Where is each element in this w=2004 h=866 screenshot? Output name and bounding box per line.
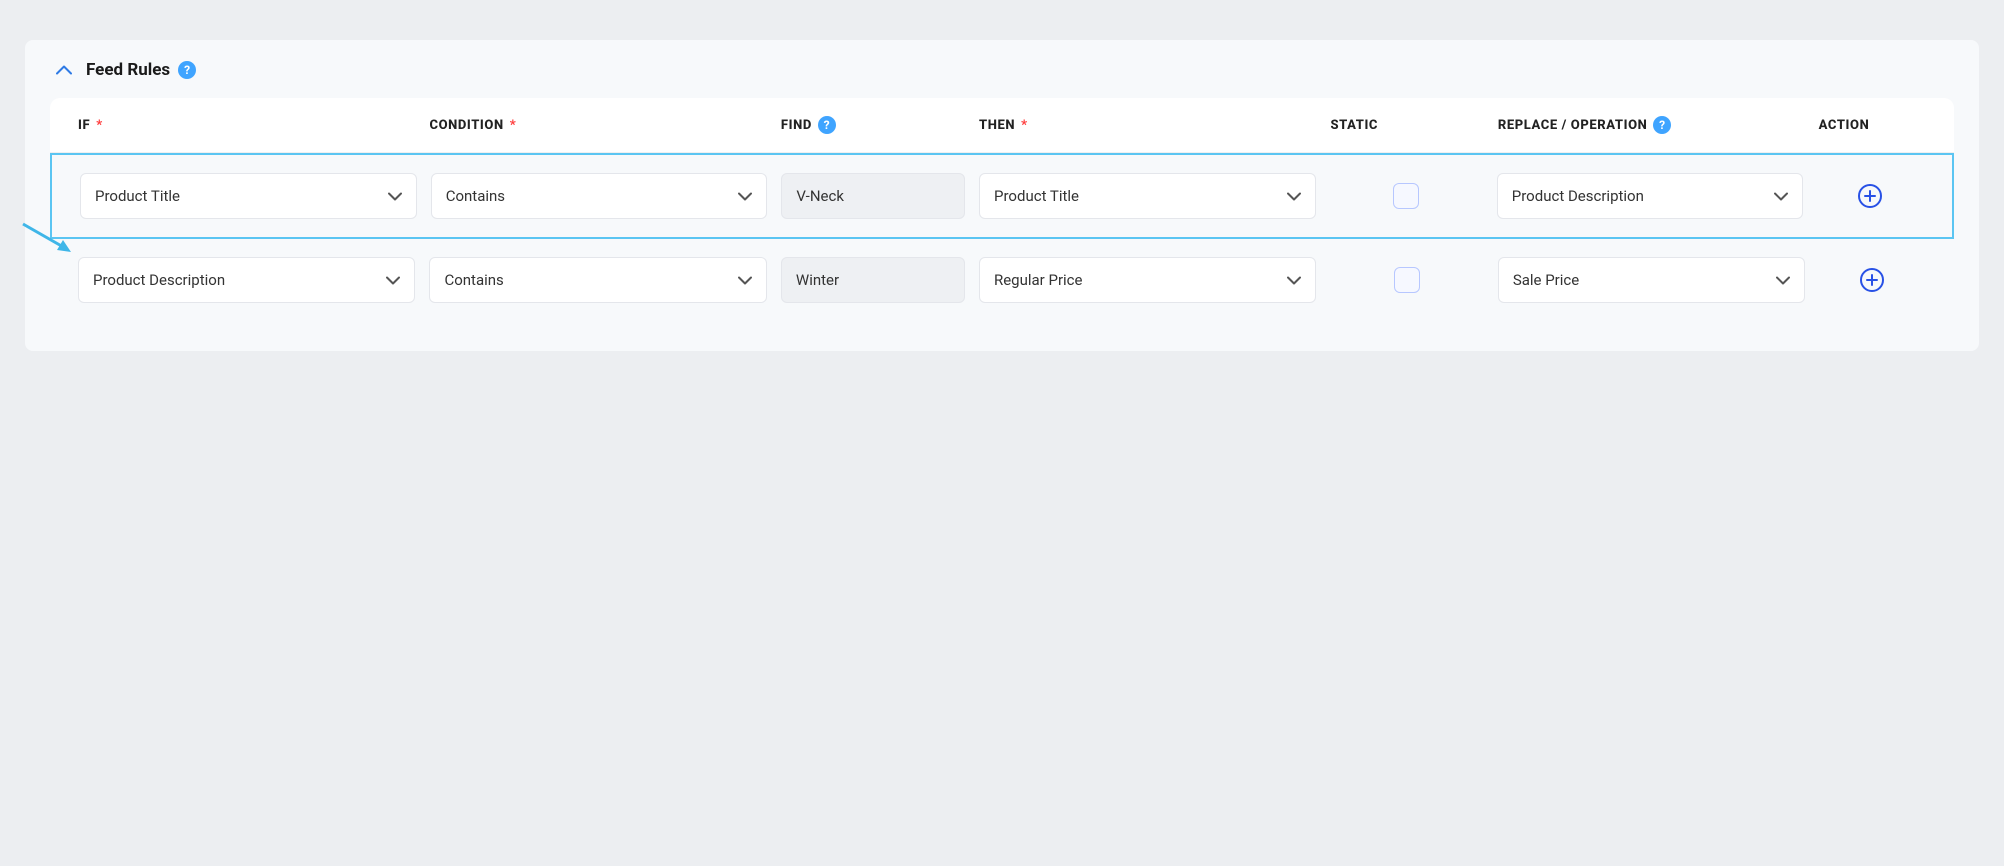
chevron-down-icon [1287, 192, 1301, 201]
panel-title-text: Feed Rules [86, 60, 170, 80]
required-marker: * [1021, 118, 1028, 133]
chevron-down-icon [738, 192, 752, 201]
find-input[interactable] [781, 257, 965, 303]
rules-body: Product Title Contains Product Title [50, 153, 1954, 321]
panel-title: Feed Rules ? [86, 60, 196, 80]
col-replace: REPLACE / OPERATION ? [1498, 116, 1805, 134]
col-if-label: IF [78, 118, 90, 133]
if-select-value: Product Description [93, 271, 225, 289]
chevron-down-icon [1287, 276, 1301, 285]
chevron-down-icon [1776, 276, 1790, 285]
action-wrap [1819, 268, 1926, 292]
required-marker: * [510, 118, 517, 133]
replace-select-value: Sale Price [1513, 271, 1579, 289]
col-then: THEN * [979, 118, 1316, 133]
condition-select[interactable]: Contains [429, 257, 766, 303]
rule-row: Product Title Contains Product Title [50, 153, 1954, 239]
add-rule-button[interactable] [1860, 268, 1884, 292]
condition-select[interactable]: Contains [431, 173, 768, 219]
add-rule-button[interactable] [1858, 184, 1882, 208]
col-condition: CONDITION * [429, 118, 766, 133]
help-icon[interactable]: ? [818, 116, 836, 134]
static-checkbox[interactable] [1394, 267, 1420, 293]
find-input[interactable] [781, 173, 965, 219]
replace-select[interactable]: Sale Price [1498, 257, 1805, 303]
col-then-label: THEN [979, 118, 1015, 133]
panel-header: Feed Rules ? [50, 60, 1954, 80]
col-replace-label: REPLACE / OPERATION [1498, 118, 1648, 133]
col-static-label: STATIC [1330, 118, 1378, 133]
col-find-label: FIND [781, 118, 812, 133]
col-find: FIND ? [781, 116, 965, 134]
static-checkbox[interactable] [1393, 183, 1419, 209]
col-static: STATIC [1330, 118, 1483, 133]
rule-row: Product Description Contains Regular Pri… [50, 239, 1954, 321]
if-select[interactable]: Product Description [78, 257, 415, 303]
chevron-down-icon [738, 276, 752, 285]
static-wrap [1330, 267, 1483, 293]
plus-icon [1866, 274, 1878, 286]
rules-header-row: IF * CONDITION * FIND ? THEN * STATIC REPLA… [50, 98, 1954, 153]
if-select[interactable]: Product Title [80, 173, 417, 219]
chevron-down-icon [1774, 192, 1788, 201]
help-icon[interactable]: ? [1653, 116, 1671, 134]
rules-table: IF * CONDITION * FIND ? THEN * STATIC REPLA… [50, 98, 1954, 321]
static-wrap [1330, 183, 1483, 209]
replace-select[interactable]: Product Description [1497, 173, 1803, 219]
col-if: IF * [78, 118, 415, 133]
replace-select-value: Product Description [1512, 187, 1644, 205]
chevron-down-icon [386, 276, 400, 285]
col-condition-label: CONDITION [429, 118, 503, 133]
then-select-value: Regular Price [994, 271, 1083, 289]
col-action: ACTION [1819, 118, 1926, 133]
collapse-icon[interactable] [56, 65, 72, 75]
feed-rules-panel: Feed Rules ? IF * CONDITION * FIND ? THEN *… [25, 40, 1979, 351]
condition-select-value: Contains [444, 271, 503, 289]
then-select-value: Product Title [994, 187, 1079, 205]
help-icon[interactable]: ? [178, 61, 196, 79]
chevron-down-icon [388, 192, 402, 201]
col-action-label: ACTION [1819, 118, 1870, 133]
plus-icon [1864, 190, 1876, 202]
required-marker: * [96, 118, 103, 133]
action-wrap [1817, 184, 1924, 208]
condition-select-value: Contains [446, 187, 505, 205]
if-select-value: Product Title [95, 187, 180, 205]
then-select[interactable]: Regular Price [979, 257, 1316, 303]
then-select[interactable]: Product Title [979, 173, 1316, 219]
